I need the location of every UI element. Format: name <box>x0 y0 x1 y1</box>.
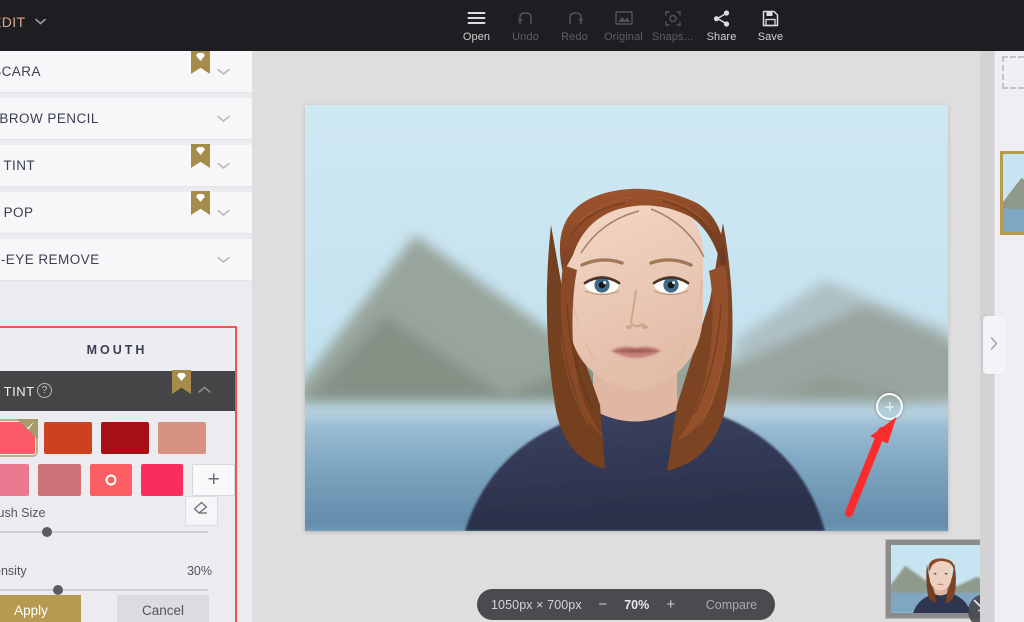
section-title: MOUTH <box>0 328 235 371</box>
image-icon <box>615 8 633 28</box>
brush-size-control: Brush Size <box>0 506 235 548</box>
save-button[interactable]: Save <box>746 0 795 51</box>
brush-size-label: Brush Size <box>0 506 45 520</box>
top-toolbar: EDIT Open Undo Re <box>0 0 1024 51</box>
chevron-right-icon <box>990 337 998 353</box>
redo-button[interactable]: Redo <box>550 0 599 51</box>
undo-button[interactable]: Undo <box>501 0 550 51</box>
right-sidebar <box>994 51 1024 622</box>
sidebar-item-label: MASCARA <box>0 64 41 79</box>
chevron-up-icon <box>198 383 211 397</box>
compare-button[interactable]: Compare <box>706 598 757 612</box>
premium-ribbon-icon <box>191 51 210 74</box>
floppy-disk-icon <box>762 8 779 28</box>
density-value: 30% <box>187 564 212 578</box>
camera-snapshot-icon <box>664 8 682 28</box>
original-button[interactable]: Original <box>599 0 648 51</box>
photo-editor-app: EDIT Open Undo Re <box>0 0 1024 622</box>
editor-canvas[interactable]: 1050px × 700px − 70% + Compare <box>252 51 994 622</box>
left-sidebar: MASCARA EYEBROW PENCIL EYE TINT EYE POP <box>0 51 252 622</box>
brush-size-slider[interactable] <box>0 531 208 533</box>
add-color-button[interactable]: + <box>192 464 235 496</box>
lip-tint-header[interactable]: LIP TINT ? <box>0 371 235 411</box>
selected-check-icon: ✓ <box>17 419 38 440</box>
color-swatch[interactable]: ✓ <box>0 422 35 454</box>
swatch-row-2: + <box>0 464 235 496</box>
eraser-button[interactable] <box>185 496 218 526</box>
sidebar-item-label: EYEBROW PENCIL <box>0 111 99 126</box>
navigator-preview[interactable] <box>885 539 993 619</box>
save-label: Save <box>758 31 783 43</box>
edit-menu-button[interactable]: EDIT <box>0 14 46 30</box>
chevron-down-icon <box>217 253 230 267</box>
zoom-out-button[interactable]: − <box>590 596 616 613</box>
color-swatch[interactable] <box>101 422 149 454</box>
snapshot-button[interactable]: Snaps... <box>648 0 697 51</box>
hamburger-menu-icon <box>467 8 486 28</box>
active-ring-icon <box>105 475 116 486</box>
mouth-section: MOUTH LIP TINT ? ✓ <box>0 326 237 622</box>
premium-ribbon-icon <box>191 144 210 168</box>
layer-thumbnail[interactable] <box>1000 151 1024 235</box>
sidebar-item-eye-tint[interactable]: EYE TINT <box>0 145 252 187</box>
lip-tint-label: LIP TINT <box>0 384 35 399</box>
brush-size-knob[interactable] <box>42 527 52 537</box>
share-button[interactable]: Share <box>697 0 746 51</box>
density-label: Density <box>0 564 27 578</box>
share-node-icon <box>713 8 731 28</box>
zoom-toolbar: 1050px × 700px − 70% + Compare <box>477 589 775 620</box>
chevron-down-icon <box>35 17 46 28</box>
undo-label: Undo <box>512 31 539 43</box>
sidebar-item-red-eye-remove[interactable]: RED-EYE REMOVE <box>0 239 252 281</box>
undo-arrow-icon <box>516 8 536 28</box>
expand-panel-button[interactable] <box>983 316 1005 374</box>
chevron-down-icon <box>217 65 230 79</box>
sidebar-item-label: RED-EYE REMOVE <box>0 252 100 267</box>
original-label: Original <box>604 31 643 43</box>
swatch-row-1: ✓ <box>0 422 235 454</box>
sidebar-item-mascara[interactable]: MASCARA <box>0 51 252 93</box>
density-slider[interactable] <box>0 589 208 591</box>
edited-photo[interactable] <box>305 105 948 531</box>
density-knob[interactable] <box>53 585 63 595</box>
question-mark-icon[interactable]: ? <box>37 383 52 398</box>
snapshot-label: Snaps... <box>652 31 693 43</box>
color-swatch[interactable] <box>90 464 132 496</box>
sidebar-item-label: EYE TINT <box>0 158 35 173</box>
premium-ribbon-icon <box>172 370 191 394</box>
cancel-button[interactable]: Cancel <box>117 595 209 622</box>
chevron-down-icon <box>217 159 230 173</box>
redo-label: Redo <box>561 31 588 43</box>
zoom-level: 70% <box>616 598 658 612</box>
zoom-in-button[interactable]: + <box>658 596 684 613</box>
color-swatch[interactable] <box>44 422 92 454</box>
chevron-down-icon <box>217 112 230 126</box>
redo-arrow-icon <box>565 8 585 28</box>
color-swatch[interactable] <box>158 422 206 454</box>
color-swatch[interactable] <box>141 464 183 496</box>
open-button[interactable]: Open <box>452 0 501 51</box>
eraser-icon <box>193 501 210 521</box>
color-swatch[interactable] <box>38 464 80 496</box>
sidebar-item-eye-pop[interactable]: EYE POP <box>0 192 252 234</box>
sidebar-item-eyebrow-pencil[interactable]: EYEBROW PENCIL <box>0 98 252 140</box>
color-swatch[interactable] <box>0 464 29 496</box>
sidebar-item-label: EYE POP <box>0 205 33 220</box>
apply-button[interactable]: Apply <box>0 595 81 622</box>
share-label: Share <box>707 31 737 43</box>
premium-ribbon-icon <box>191 191 210 215</box>
toolbar-actions: Open Undo Redo Original <box>452 0 795 51</box>
edit-menu-label: EDIT <box>0 14 26 30</box>
open-label: Open <box>463 31 490 43</box>
dashed-placeholder-box[interactable] <box>1002 56 1024 89</box>
color-swatch-grid: ✓ + <box>0 411 235 496</box>
image-dimensions: 1050px × 700px <box>491 598 582 612</box>
chevron-down-icon <box>217 206 230 220</box>
